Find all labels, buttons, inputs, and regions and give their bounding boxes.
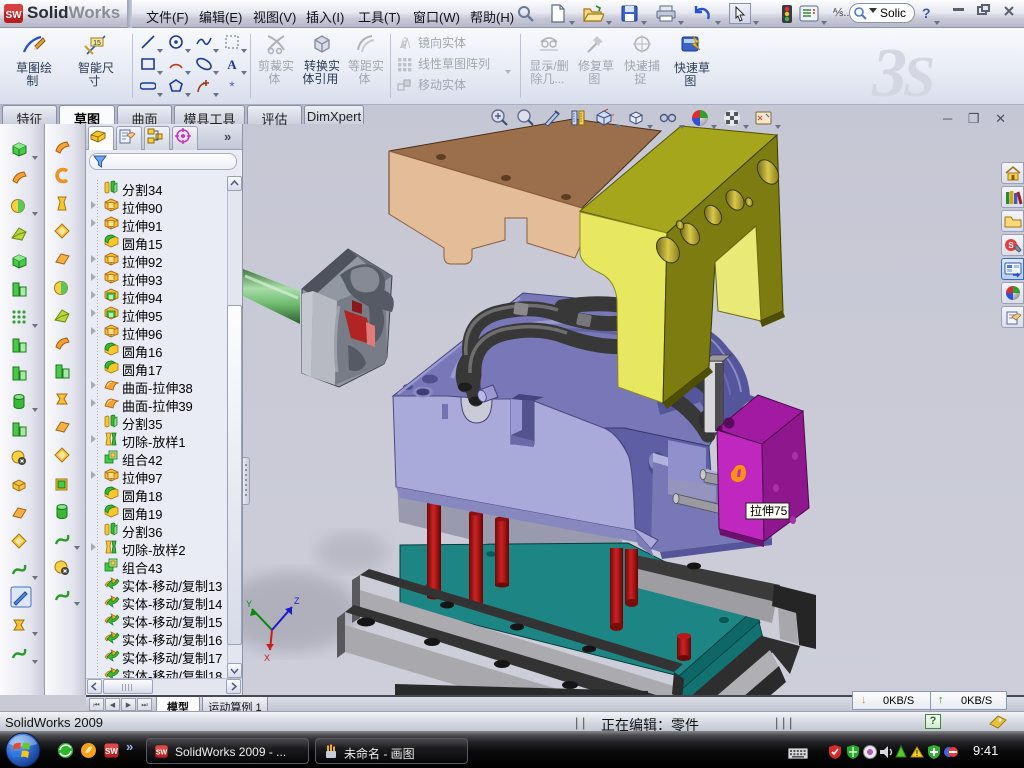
- svg-text:拉伸75: 拉伸75: [750, 503, 788, 518]
- svg-text:SW: SW: [105, 747, 118, 756]
- svg-text:!: !: [916, 749, 919, 758]
- svg-text:S: S: [1008, 241, 1014, 250]
- svg-text:X: X: [264, 653, 270, 663]
- svg-text:SW: SW: [156, 750, 168, 757]
- svg-text:A: A: [227, 57, 237, 72]
- svg-text:Z: Z: [294, 596, 300, 606]
- svg-text:Y: Y: [246, 599, 252, 609]
- svg-text:15: 15: [93, 40, 101, 47]
- svg-text:SW: SW: [5, 10, 22, 21]
- svg-text:*: *: [229, 78, 235, 94]
